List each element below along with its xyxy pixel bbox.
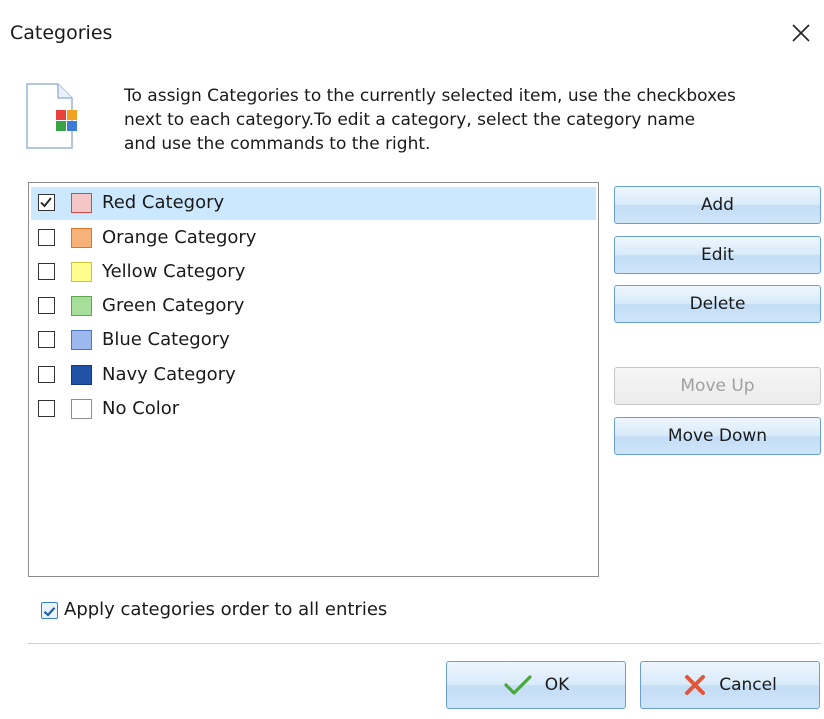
- category-label: Yellow Category: [102, 261, 246, 282]
- category-checkbox[interactable]: [38, 297, 55, 314]
- category-label: Orange Category: [102, 227, 257, 248]
- category-checkbox[interactable]: [38, 229, 55, 246]
- edit-button[interactable]: Edit: [614, 236, 821, 274]
- category-checkbox[interactable]: [38, 263, 55, 280]
- category-label: Red Category: [102, 192, 225, 213]
- category-row[interactable]: Navy Category: [31, 359, 596, 392]
- category-row[interactable]: No Color: [31, 393, 596, 426]
- category-checkbox[interactable]: [38, 194, 55, 211]
- category-row[interactable]: Red Category: [31, 187, 596, 220]
- category-list[interactable]: Red Category Orange Category Yellow Catego…: [28, 182, 599, 577]
- category-label: Navy Category: [102, 364, 236, 385]
- footer-divider: [28, 643, 821, 644]
- checkmark-icon: [504, 675, 532, 695]
- category-color-swatch: [71, 330, 92, 350]
- category-color-swatch: [71, 262, 92, 282]
- window-title: Categories: [10, 22, 113, 44]
- checkmark-icon: [43, 607, 56, 617]
- categories-document-icon: [24, 82, 86, 152]
- title-bar: Categories: [0, 0, 824, 66]
- instructions-text: To assign Categories to the currently se…: [124, 84, 824, 156]
- category-color-swatch: [71, 228, 92, 248]
- move-down-button[interactable]: Move Down: [614, 417, 821, 455]
- close-icon: [792, 24, 810, 42]
- cancel-button-label: Cancel: [719, 675, 777, 695]
- category-checkbox[interactable]: [38, 400, 55, 417]
- close-button[interactable]: [782, 14, 820, 52]
- delete-button[interactable]: Delete: [614, 285, 821, 323]
- instructions-line-3: and use the commands to the right.: [124, 134, 431, 154]
- checkmark-icon: [40, 197, 52, 208]
- category-row[interactable]: Yellow Category: [31, 256, 596, 289]
- move-up-button[interactable]: Move Up: [614, 367, 821, 405]
- category-color-swatch: [71, 365, 92, 385]
- category-label: Green Category: [102, 295, 245, 316]
- instructions-line-2: next to each category.To edit a category…: [124, 110, 696, 130]
- cancel-button[interactable]: Cancel: [640, 661, 820, 709]
- add-button[interactable]: Add: [614, 186, 821, 224]
- cancel-x-icon: [685, 675, 706, 695]
- apply-order-checkbox[interactable]: [41, 602, 58, 619]
- category-checkbox[interactable]: [38, 331, 55, 348]
- apply-order-label: Apply categories order to all entries: [64, 599, 388, 620]
- category-row[interactable]: Blue Category: [31, 324, 596, 357]
- category-color-swatch: [71, 296, 92, 316]
- ok-button[interactable]: OK: [446, 661, 626, 709]
- category-color-swatch: [71, 193, 92, 213]
- category-row[interactable]: Green Category: [31, 290, 596, 323]
- ok-button-label: OK: [544, 675, 570, 695]
- category-label: No Color: [102, 398, 180, 419]
- category-label: Blue Category: [102, 329, 230, 350]
- instructions-line-1: To assign Categories to the currently se…: [124, 86, 736, 106]
- category-color-swatch: [71, 399, 92, 419]
- category-checkbox[interactable]: [38, 366, 55, 383]
- category-row[interactable]: Orange Category: [31, 222, 596, 255]
